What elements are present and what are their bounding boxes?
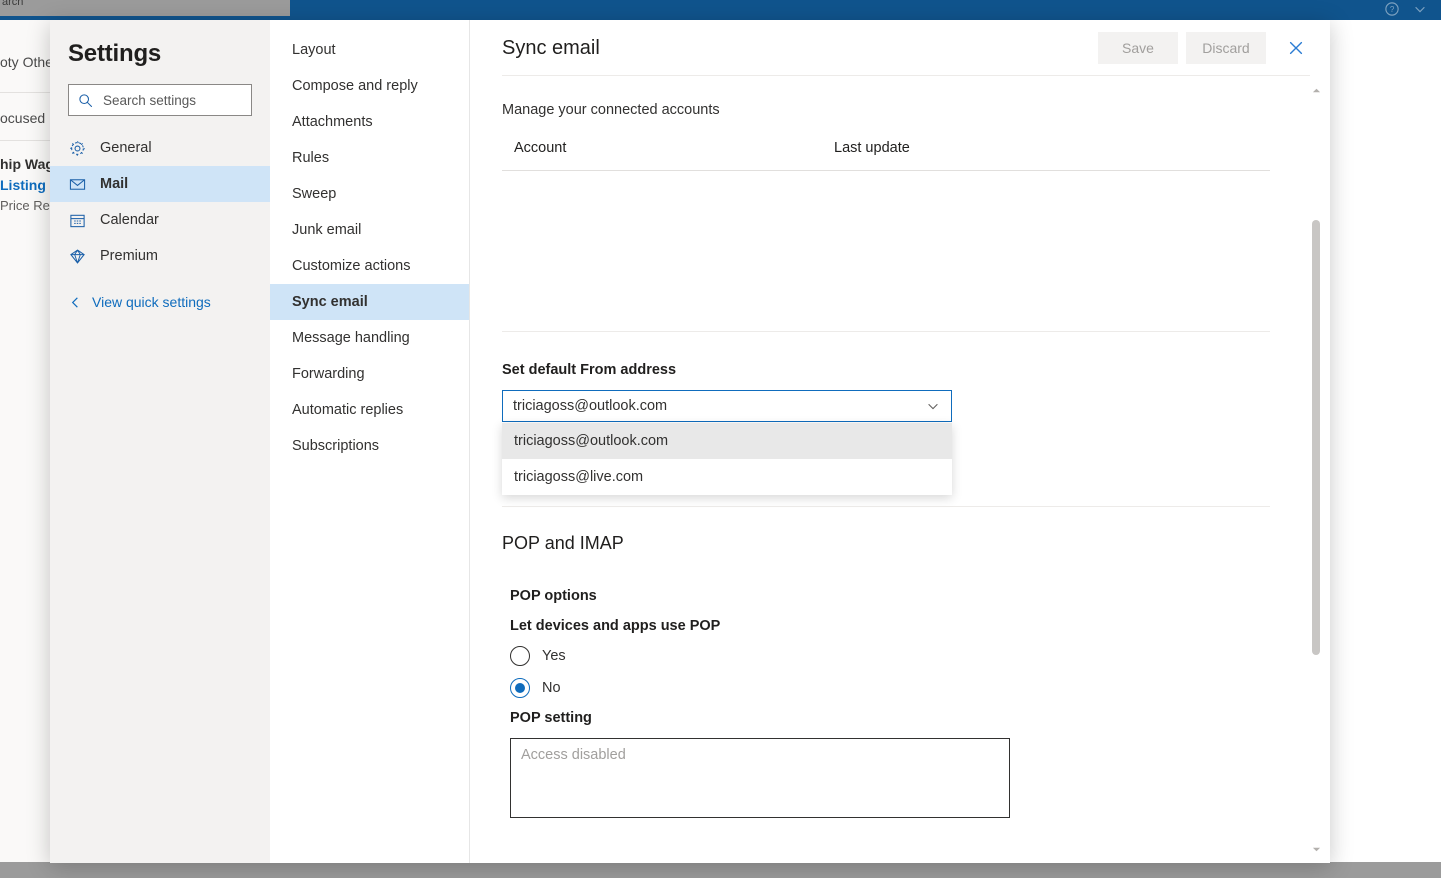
discard-button[interactable]: Discard [1186, 32, 1266, 64]
subnav-item-automatic-replies[interactable]: Automatic replies [270, 392, 469, 428]
from-address-option-live[interactable]: triciagoss@live.com [502, 459, 952, 495]
search-settings-box[interactable] [68, 84, 252, 116]
settings-detail-pane: Sync email Save Discard Manage your conn… [470, 20, 1330, 863]
help-icon[interactable]: ? [1385, 2, 1399, 16]
from-address-label: Set default From address [502, 362, 677, 378]
from-address-option-outlook[interactable]: triciagoss@outlook.com [502, 423, 952, 459]
subnav-item-label: Layout [292, 42, 336, 58]
subnav-item-customize-actions[interactable]: Customize actions [270, 248, 469, 284]
table-header-row: Account Last update [502, 140, 1270, 170]
from-address-combobox-wrapper: triciagoss@outlook.com triciagoss@outloo… [502, 390, 952, 495]
svg-text:?: ? [1390, 5, 1395, 14]
subnav-item-forwarding[interactable]: Forwarding [270, 356, 469, 392]
pop-setting-textarea[interactable] [510, 738, 1010, 818]
subnav-item-label: Junk email [292, 222, 362, 238]
sidebar-item-mail[interactable]: Mail [50, 166, 270, 202]
subnav-item-label: Subscriptions [292, 438, 380, 454]
detail-scrollbar[interactable] [1308, 76, 1324, 863]
pop-toggle-label: Let devices and apps use POP [510, 618, 721, 634]
section-divider [502, 506, 1270, 507]
settings-rail: Settings General [50, 20, 270, 863]
scrollbar-thumb[interactable] [1312, 220, 1320, 655]
settings-dialog: Settings General [50, 20, 1330, 863]
connected-accounts-empty-state [502, 171, 1270, 331]
column-header-last-update: Last update [834, 140, 910, 156]
from-address-option-label: triciagoss@live.com [514, 469, 644, 485]
subnav-item-label: Customize actions [292, 258, 411, 274]
diamond-icon [68, 247, 86, 265]
subnav-item-label: Sync email [292, 294, 368, 310]
subnav-item-junk-email[interactable]: Junk email [270, 212, 469, 248]
background-bottom-strip [0, 862, 1441, 878]
detail-header: Sync email Save Discard [470, 20, 1330, 76]
background-search-box[interactable]: arch [0, 0, 290, 16]
sidebar-item-label: General [100, 140, 152, 156]
radio-circle-icon [510, 646, 530, 666]
column-header-account: Account [514, 140, 567, 156]
subnav-item-label: Attachments [292, 114, 373, 130]
subnav-item-label: Sweep [292, 186, 337, 202]
calendar-icon [68, 211, 86, 229]
sidebar-item-general[interactable]: General [50, 130, 270, 166]
from-address-selected-value: triciagoss@outlook.com [513, 398, 668, 414]
detail-body: Manage your connected accounts Account L… [470, 76, 1330, 863]
subnav-item-layout[interactable]: Layout [270, 32, 469, 68]
sidebar-item-label: Premium [100, 248, 159, 264]
gear-icon [68, 139, 86, 157]
close-icon[interactable] [1280, 32, 1312, 64]
envelope-icon [68, 175, 86, 193]
subnav-item-label: Message handling [292, 330, 410, 346]
connected-accounts-label: Manage your connected accounts [502, 102, 720, 118]
pop-radio-yes[interactable]: Yes [510, 646, 1270, 666]
search-icon [77, 92, 93, 108]
section-divider [502, 331, 1270, 332]
subnav-item-label: Automatic replies [292, 402, 404, 418]
background-search-text: arch [2, 0, 24, 8]
pop-radio-yes-label: Yes [542, 648, 566, 664]
pop-radio-no[interactable]: No [510, 678, 1270, 698]
pop-setting-label: POP setting [510, 710, 592, 726]
settings-title: Settings [68, 40, 162, 67]
subnav-item-label: Compose and reply [292, 78, 418, 94]
subnav-item-rules[interactable]: Rules [270, 140, 469, 176]
scroll-up-arrow-icon[interactable] [1308, 82, 1324, 98]
view-quick-settings-link[interactable]: View quick settings [50, 288, 270, 316]
subnav-item-label: Forwarding [292, 366, 365, 382]
chevron-down-icon [925, 398, 941, 414]
subnav-item-attachments[interactable]: Attachments [270, 104, 469, 140]
subnav-item-label: Rules [292, 150, 330, 166]
save-button[interactable]: Save [1098, 32, 1178, 64]
from-address-combobox[interactable]: triciagoss@outlook.com [502, 390, 952, 422]
radio-circle-selected-icon [510, 678, 530, 698]
subnav-item-subscriptions[interactable]: Subscriptions [270, 428, 469, 464]
pop-options-label: POP options [510, 588, 597, 604]
chevron-down-icon[interactable] [1413, 2, 1427, 16]
pop-radio-no-label: No [542, 680, 561, 696]
search-settings-input[interactable] [101, 91, 243, 109]
from-address-dropdown-list: triciagoss@outlook.com triciagoss@live.c… [502, 423, 952, 495]
view-quick-settings-label: View quick settings [92, 294, 211, 310]
connected-accounts-table: Account Last update [502, 140, 1270, 331]
subnav-item-sync-email[interactable]: Sync email [270, 284, 469, 320]
subnav-item-compose-and-reply[interactable]: Compose and reply [270, 68, 469, 104]
sidebar-item-premium[interactable]: Premium [50, 238, 270, 274]
pop-imap-heading: POP and IMAP [502, 533, 624, 553]
sidebar-item-label: Mail [100, 176, 129, 192]
page-title: Sync email [502, 36, 600, 59]
scroll-down-arrow-icon[interactable] [1308, 841, 1324, 857]
subnav-item-message-handling[interactable]: Message handling [270, 320, 469, 356]
sidebar-item-calendar[interactable]: Calendar [50, 202, 270, 238]
top-app-bar: arch ? [0, 0, 1441, 20]
sidebar-item-label: Calendar [100, 212, 159, 228]
settings-rail-nav: General Mail Calendar Premium [50, 130, 270, 274]
chevron-left-icon [68, 295, 82, 309]
subnav-item-sweep[interactable]: Sweep [270, 176, 469, 212]
settings-subnav: Layout Compose and reply Attachments Rul… [270, 20, 470, 863]
detail-scroll-content: Manage your connected accounts Account L… [470, 76, 1330, 863]
from-address-option-label: triciagoss@outlook.com [514, 433, 669, 449]
